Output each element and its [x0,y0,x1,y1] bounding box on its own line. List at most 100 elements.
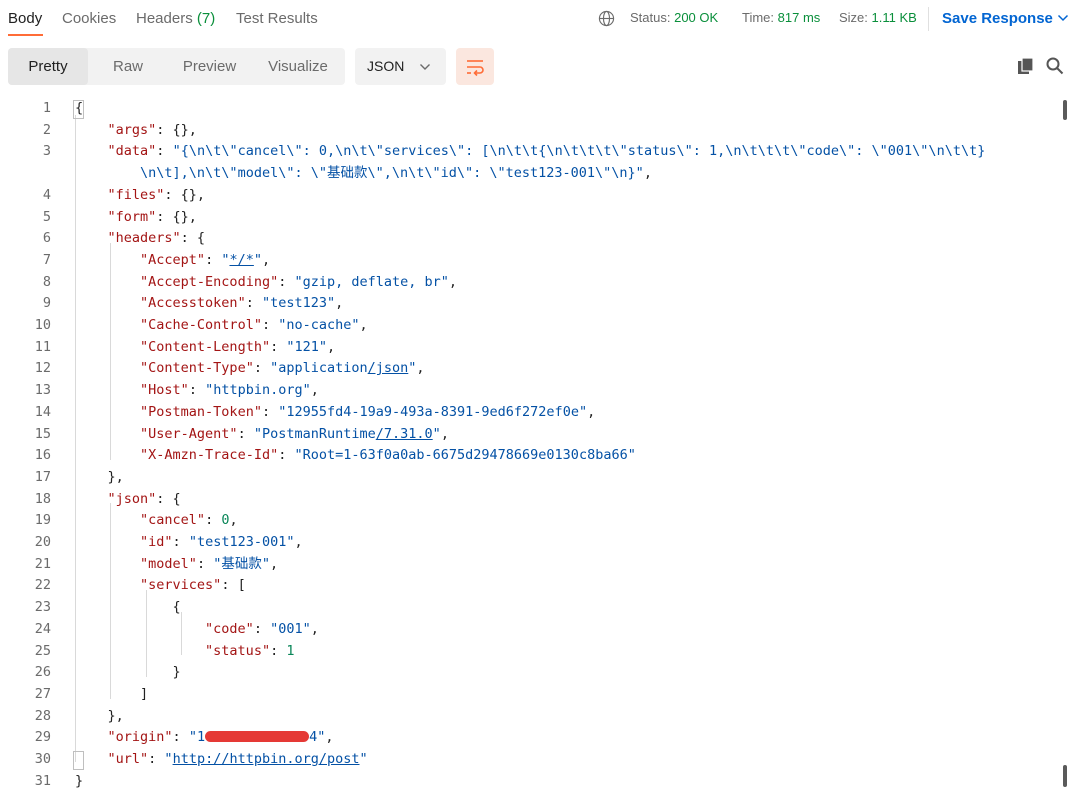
code-text: } [75,664,181,681]
line-number: 18 [34,490,51,507]
code-line: 15 "User-Agent": "PostmanRuntime/7.31.0"… [0,424,1050,446]
indent-guide [146,590,147,678]
line-number: 22 [34,577,51,594]
code-line: 4 "files": {}, [0,185,1050,207]
tab-cookies[interactable]: Cookies [62,10,116,27]
code-line: 8 "Accept-Encoding": "gzip, deflate, br"… [0,272,1050,294]
line-number: 5 [42,208,51,225]
line-number: 16 [34,447,51,464]
line-number: 8 [42,273,51,290]
code-text: }, [75,707,124,724]
size-indicator[interactable]: Size: 1.11 KB [839,10,917,25]
code-text: "Cache-Control": "no-cache", [140,317,368,333]
code-text: "Postman-Token": "12955fd4-19a9-493a-839… [140,403,596,420]
tab-test-results[interactable]: Test Results [236,10,318,27]
line-number: 27 [34,685,51,702]
code-text: "form": {}, [107,208,197,225]
code-line: 27 ] [0,684,1050,706]
line-number: 28 [34,707,51,724]
code-text: "Content-Type": "application/json", [140,360,425,377]
line-number: 21 [34,555,51,572]
line-number: 7 [42,251,51,268]
bracket-match-highlight [73,100,84,119]
time-value: 817 ms [777,10,821,25]
status-label: Status: [630,10,671,25]
code-line: 16 "X-Amzn-Trace-Id": "Root=1-63f0a0ab-6… [0,445,1050,467]
code-text: "cancel": 0, [140,512,238,529]
code-line: \n\t],\n\t\"model\": \"基础款\",\n\t\"id\":… [0,163,1050,185]
code-text: "args": {}, [107,121,197,138]
view-mode-visualize[interactable]: Visualize [251,48,345,85]
wrap-lines-icon [467,60,484,77]
code-line: 21 "model": "基础款", [0,554,1050,576]
code-line: 31} [0,771,1050,793]
view-mode-switcher: Pretty Raw Preview Visualize [8,48,345,85]
tab-body[interactable]: Body [8,10,42,27]
indent-guide [181,611,182,656]
line-number: 24 [34,620,51,637]
status-indicator[interactable]: Status: 200 OK [630,10,718,25]
code-line: 20 "id": "test123-001", [0,532,1050,554]
view-mode-pretty[interactable]: Pretty [8,48,88,85]
indent-guide [75,115,76,762]
line-number: 29 [34,729,51,746]
status-code: 200 OK [674,10,719,25]
code-line: 6 "headers": { [0,228,1050,250]
code-line: 13 "Host": "httpbin.org", [0,380,1050,402]
code-text: "status": 1 [205,642,295,659]
line-number: 14 [34,403,51,420]
code-line: 23 { [0,597,1050,619]
code-text: "services": [ [140,577,246,594]
code-text: "json": { [107,490,181,507]
chevron-down-icon [420,64,430,70]
line-number: 26 [34,664,51,681]
chevron-down-icon[interactable] [1057,13,1069,23]
line-number: 15 [34,425,51,442]
line-number: 23 [34,599,51,616]
line-number: 9 [42,295,51,312]
code-text: \n\t],\n\t\"model\": \"基础款\",\n\t\"id\":… [140,165,652,182]
response-tabbar: Body Cookies Headers (7) Test Results St… [0,0,1080,38]
line-number: 30 [34,751,51,767]
active-tab-indicator [8,34,43,36]
code-text: "data": "{\n\t\"cancel\": 0,\n\t\"servic… [107,143,986,160]
code-line: 30 "url": "http://httpbin.org/post" [0,749,1050,771]
code-text: { [75,599,181,616]
code-line: 2 "args": {}, [0,120,1050,142]
code-text: "User-Agent": "PostmanRuntime/7.31.0", [140,425,449,442]
save-response-button[interactable]: Save Response [942,10,1053,27]
code-line: 7 "Accept": "*/*", [0,250,1050,272]
view-mode-preview[interactable]: Preview [168,48,251,85]
line-number: 20 [34,534,51,550]
code-text: "Accept": "*/*", [140,251,271,268]
time-label: Time: [742,10,775,25]
copy-icon[interactable] [1016,56,1036,76]
scrollbar-thumb[interactable] [1063,100,1067,120]
code-line: 29 "origin": "1 4", [0,727,1050,749]
code-line: 14 "Postman-Token": "12955fd4-19a9-493a-… [0,402,1050,424]
view-mode-raw[interactable]: Raw [88,48,168,85]
response-body-viewer[interactable]: 1{2 "args": {}, 3 "data": "{\n\t\"cancel\… [0,98,1080,801]
search-icon[interactable] [1045,56,1065,76]
code-line: 24 "code": "001", [0,619,1050,641]
headers-count-badge: (7) [196,10,216,27]
line-number: 2 [42,121,51,138]
time-indicator[interactable]: Time: 817 ms [742,10,820,25]
wrap-lines-button[interactable] [456,48,494,85]
line-number: 10 [34,317,51,333]
code-text: "Accept-Encoding": "gzip, deflate, br", [140,273,458,290]
tab-headers-label: Headers [136,10,193,27]
code-line: 12 "Content-Type": "application/json", [0,358,1050,380]
code-text: "files": {}, [107,186,206,203]
globe-icon[interactable] [598,10,615,27]
code-text: "Accesstoken": "test123", [140,295,344,312]
tab-headers[interactable]: Headers (7) [136,10,215,27]
format-select[interactable]: JSON [355,48,446,85]
code-line: 1{ [0,98,1050,120]
size-label: Size: [839,10,868,25]
code-line: 19 "cancel": 0, [0,510,1050,532]
scrollbar-thumb-bottom[interactable] [1063,765,1067,787]
code-line: 5 "form": {}, [0,207,1050,229]
code-line: 11 "Content-Length": "121", [0,337,1050,359]
indent-guide [110,243,111,461]
